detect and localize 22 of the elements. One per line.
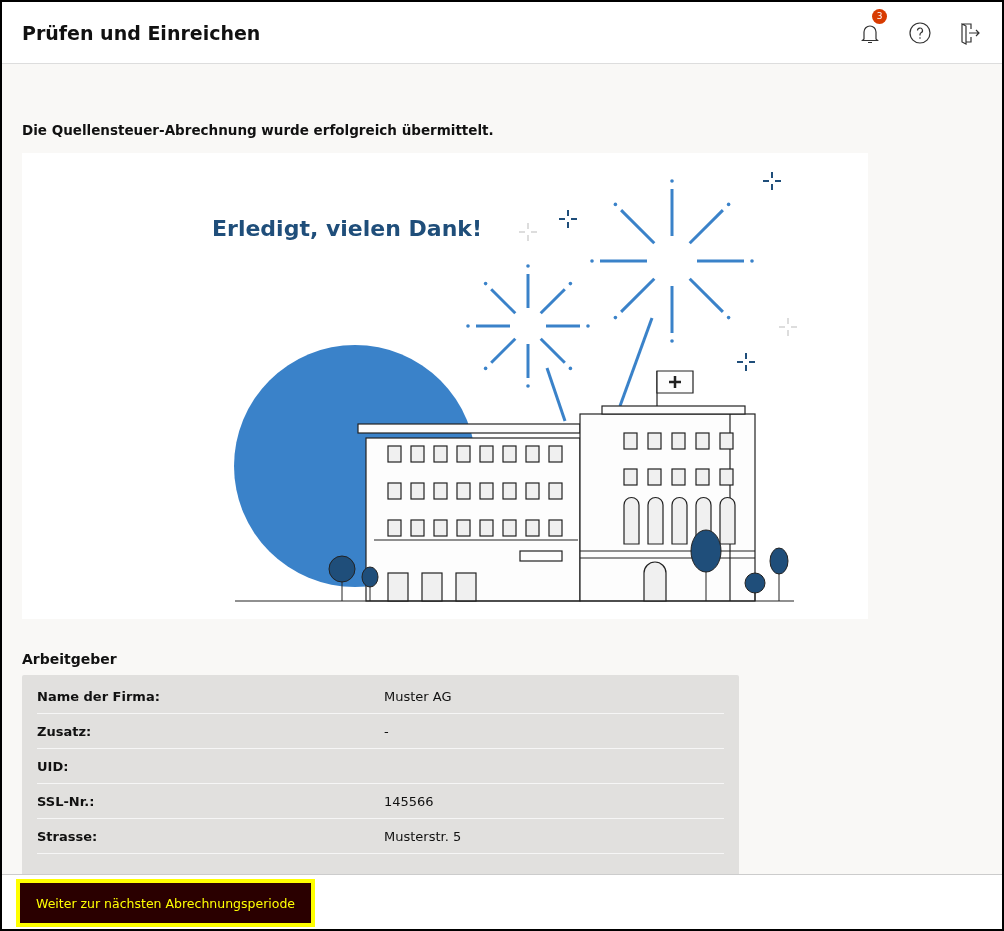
illustration-headline: Erledigt, vielen Dank! — [212, 216, 482, 241]
page-title: Prüfen und Einreichen — [22, 21, 262, 44]
field-label: UID: — [37, 758, 70, 774]
field-value: 145566 — [384, 793, 434, 809]
next-period-button[interactable]: Weiter zur nächsten Abrechnungsperiode — [16, 879, 316, 927]
field-value: Muster AG — [384, 688, 452, 704]
section-title: Arbeitgeber — [22, 651, 118, 667]
logout-icon[interactable] — [958, 20, 982, 45]
sparkle-icon — [558, 209, 578, 229]
notification-badge: 3 — [872, 8, 887, 24]
sparkle-icon — [736, 352, 756, 372]
success-message: Die Quellensteuer-Abrechnung wurde erfolgreich übermittelt. — [22, 122, 495, 138]
sparkle-icon — [778, 317, 798, 337]
field-label: Zusatz: — [37, 723, 93, 739]
field-label: Name der Firma: — [37, 688, 161, 704]
field-label: SSL-Nr.: — [37, 793, 96, 809]
sparkle-icon — [518, 222, 538, 242]
field-value: Musterstr. 5 — [384, 828, 462, 844]
sparkle-icon — [762, 171, 782, 191]
field-value: - — [384, 723, 389, 739]
field-label: Strasse: — [37, 828, 99, 844]
help-icon[interactable] — [908, 20, 932, 45]
